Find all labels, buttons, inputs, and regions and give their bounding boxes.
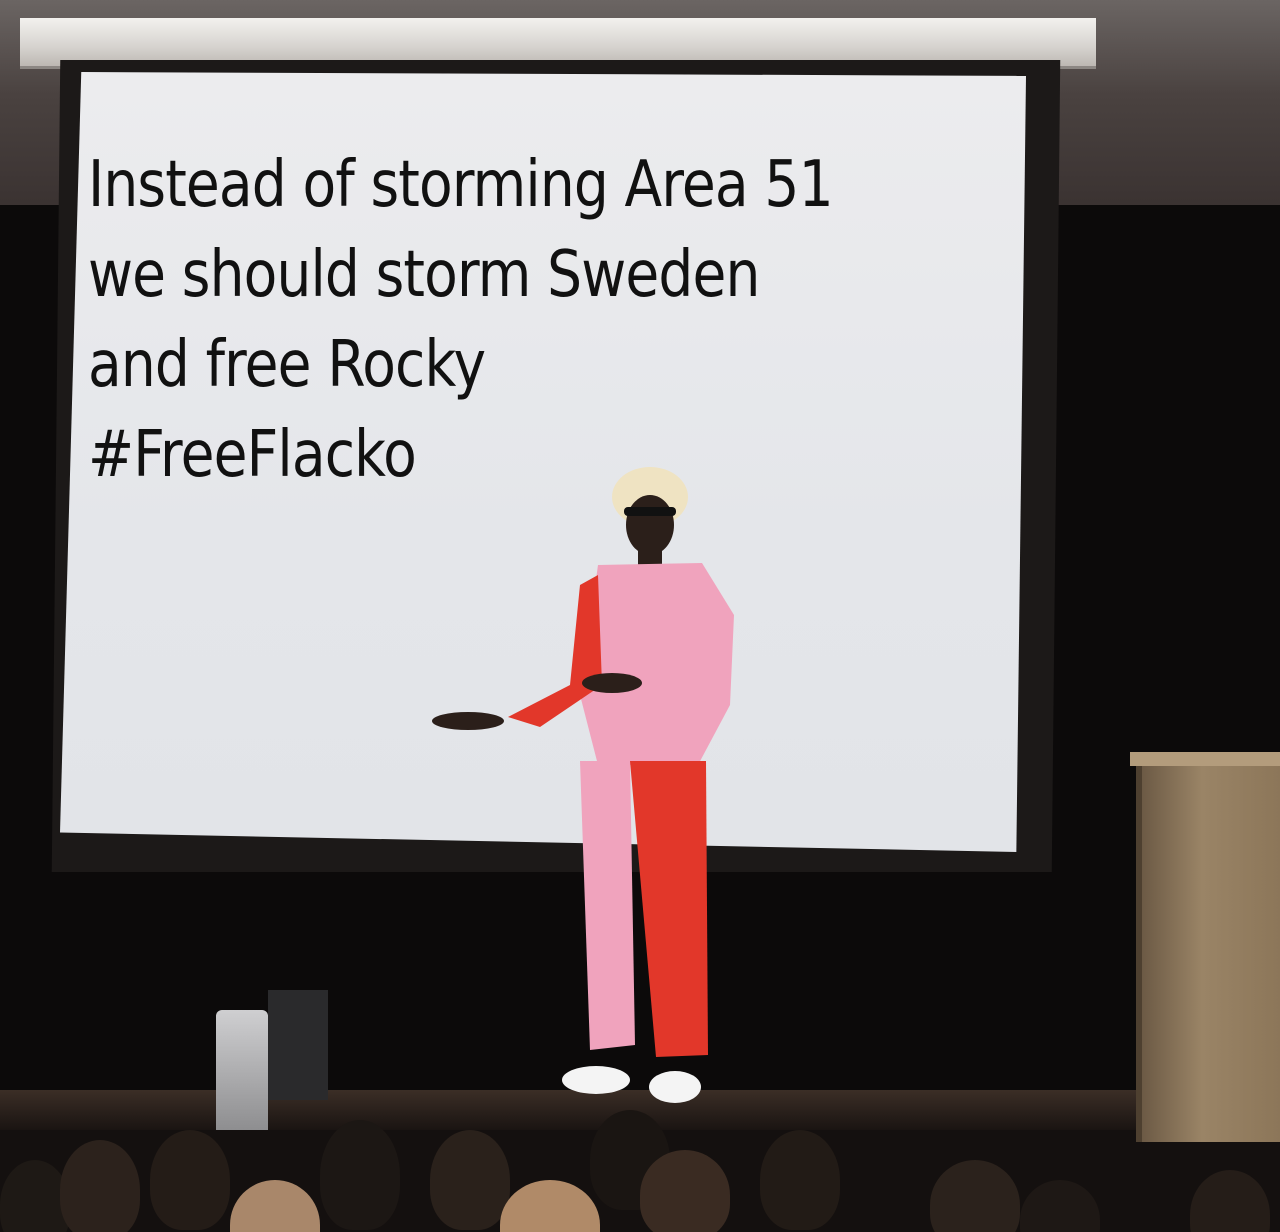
sunglasses [624, 507, 676, 516]
audience-head [500, 1180, 600, 1232]
resting-hand [582, 673, 642, 693]
caption-line-3: and free Rocky [88, 328, 486, 402]
laptop-stand [268, 990, 328, 1100]
audience-head [640, 1150, 730, 1232]
audience-head [230, 1180, 320, 1232]
caption-line-2: we should storm Sweden [88, 238, 760, 312]
pink-trouser-leg [580, 761, 635, 1050]
caption-line-1: Instead of storming Area 51 [88, 148, 834, 222]
presentation-scene: Instead of storming Area 51 we should st… [0, 0, 1280, 1232]
audience-head [760, 1130, 840, 1230]
audience-head [320, 1120, 400, 1230]
audience-heads [0, 1110, 1280, 1232]
right-shoe [649, 1071, 701, 1103]
left-shoe [562, 1066, 630, 1094]
pink-jacket [580, 563, 734, 765]
red-trouser-leg [630, 761, 708, 1057]
audience-head [1020, 1180, 1100, 1232]
audience-head [1190, 1170, 1270, 1232]
audience-head [430, 1130, 510, 1230]
audience-head [60, 1140, 140, 1232]
presenter-head [626, 495, 674, 555]
podium-top [1130, 752, 1280, 766]
wooden-podium [1136, 756, 1280, 1142]
meme-caption: Instead of storming Area 51 we should st… [88, 140, 896, 500]
presenter-figure [432, 467, 734, 1103]
pointing-hand [432, 712, 504, 730]
audience-head [930, 1160, 1020, 1232]
audience-head [150, 1130, 230, 1230]
